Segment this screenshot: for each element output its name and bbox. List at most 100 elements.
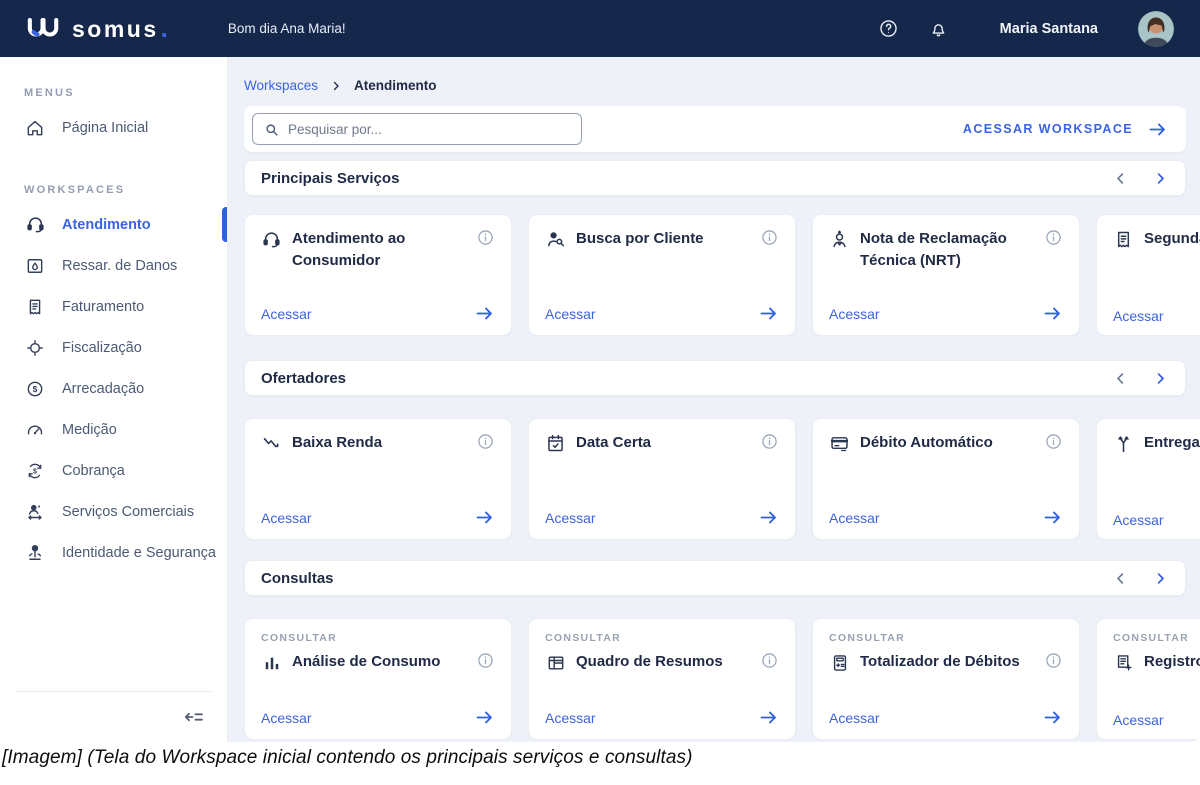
card-title: Nota de Reclamação Técnica (NRT) bbox=[860, 228, 1030, 272]
sidebar-item-faturamento[interactable]: Faturamento bbox=[0, 286, 227, 327]
consulta-card-totalizador-de-debitos[interactable]: CONSULTAR Totalizador de Débitos bbox=[812, 618, 1080, 740]
sidebar-item-label: Página Inicial bbox=[62, 120, 148, 136]
svg-text:$: $ bbox=[33, 384, 38, 394]
breadcrumb-current: Atendimento bbox=[354, 78, 437, 93]
consulta-card-analise-de-consumo[interactable]: CONSULTAR Análise de Consumo bbox=[244, 618, 512, 740]
arrow-right-icon[interactable] bbox=[474, 707, 495, 728]
sidebar-divider bbox=[16, 691, 211, 692]
sidebar-item-cobranca[interactable]: $ Cobrança bbox=[0, 450, 227, 491]
bell-icon[interactable] bbox=[928, 18, 950, 40]
card-eyebrow: CONSULTAR bbox=[545, 632, 779, 644]
service-card-baixa-renda[interactable]: Baixa Renda Acessar bbox=[244, 418, 512, 540]
search-input[interactable] bbox=[288, 122, 571, 137]
arrow-right-icon[interactable] bbox=[758, 303, 779, 324]
arrow-right-icon[interactable] bbox=[1042, 303, 1063, 324]
arrow-right-icon[interactable] bbox=[758, 507, 779, 528]
info-circle-icon[interactable] bbox=[760, 432, 779, 451]
acessar-link[interactable]: Acessar bbox=[1113, 308, 1164, 324]
acessar-link[interactable]: Acessar bbox=[261, 710, 312, 726]
sidebar-item-identidade-e-seguranca[interactable]: Identidade e Segurança bbox=[0, 532, 227, 573]
arrow-right-icon[interactable] bbox=[1042, 707, 1063, 728]
service-card-atendimento-ao-consumidor[interactable]: Atendimento ao Consumidor Acessar bbox=[244, 214, 512, 336]
search-box[interactable] bbox=[252, 113, 582, 145]
arrow-right-icon[interactable] bbox=[474, 303, 495, 324]
main-content: Workspaces Atendimento bbox=[228, 57, 1200, 742]
chevron-right-icon[interactable] bbox=[1151, 369, 1169, 387]
info-circle-icon[interactable] bbox=[476, 651, 495, 670]
info-circle-icon[interactable] bbox=[760, 651, 779, 670]
receipt-icon bbox=[24, 296, 46, 318]
sidebar-item-arrecadacao[interactable]: $ Arrecadação bbox=[0, 368, 227, 409]
acessar-link[interactable]: Acessar bbox=[829, 306, 880, 322]
section-bar-ofertadores: Ofertadores bbox=[244, 360, 1186, 396]
acessar-link[interactable]: Acessar bbox=[1113, 512, 1164, 528]
acessar-link[interactable]: Acessar bbox=[545, 510, 596, 526]
sidebar-item-atendimento[interactable]: Atendimento bbox=[0, 204, 227, 245]
breadcrumb: Workspaces Atendimento bbox=[244, 78, 1200, 93]
consulta-card-quadro-de-resumos[interactable]: CONSULTAR Quadro de Resumos bbox=[528, 618, 796, 740]
card-eyebrow: CONSULTAR bbox=[829, 632, 1063, 644]
sidebar-section-menus: MENUS bbox=[24, 87, 203, 99]
info-circle-icon[interactable] bbox=[760, 228, 779, 247]
sidebar-item-pagina-inicial[interactable]: Página Inicial bbox=[0, 107, 227, 148]
service-card-busca-por-cliente[interactable]: Busca por Cliente Acessar bbox=[528, 214, 796, 336]
sidebar-item-label: Identidade e Segurança bbox=[62, 545, 216, 561]
person-search-icon bbox=[545, 229, 566, 250]
sidebar-item-servicos-comerciais[interactable]: Serviços Comerciais bbox=[0, 491, 227, 532]
arrow-right-icon[interactable] bbox=[1042, 507, 1063, 528]
arrow-right-icon[interactable] bbox=[474, 507, 495, 528]
info-circle-icon[interactable] bbox=[476, 228, 495, 247]
topbar-actions: Maria Santana bbox=[878, 11, 1200, 47]
technician-icon bbox=[829, 229, 850, 250]
somus-logo[interactable]: somus . bbox=[26, 13, 168, 44]
info-circle-icon[interactable] bbox=[1044, 228, 1063, 247]
card-title: Totalizador de Débitos bbox=[860, 651, 1030, 673]
person-desk-icon bbox=[24, 501, 46, 523]
greeting-text: Bom dia Ana Maria! bbox=[228, 21, 346, 36]
sidebar-item-ressar-de-danos[interactable]: Ressar. de Danos bbox=[0, 245, 227, 286]
sidebar-item-fiscalizacao[interactable]: Fiscalização bbox=[0, 327, 227, 368]
info-circle-icon[interactable] bbox=[1044, 651, 1063, 670]
service-card-entrega[interactable]: Entrega de Fatura Acessar bbox=[1096, 418, 1200, 540]
sidebar-item-label: Serviços Comerciais bbox=[62, 504, 194, 520]
receipt-icon bbox=[1113, 229, 1134, 250]
info-circle-icon[interactable] bbox=[476, 432, 495, 451]
chevron-right-icon[interactable] bbox=[1151, 569, 1169, 587]
chevron-right-icon[interactable] bbox=[1151, 169, 1169, 187]
info-circle-icon[interactable] bbox=[1044, 432, 1063, 451]
breadcrumb-workspaces[interactable]: Workspaces bbox=[244, 78, 318, 93]
consulta-card-registro[interactable]: CONSULTAR Registro de Atendimentos bbox=[1096, 618, 1200, 740]
service-card-debito-automatico[interactable]: Débito Automático Acessar bbox=[812, 418, 1080, 540]
chevron-left-icon[interactable] bbox=[1111, 369, 1129, 387]
acessar-link[interactable]: Acessar bbox=[545, 710, 596, 726]
acessar-link[interactable]: Acessar bbox=[261, 510, 312, 526]
avatar[interactable] bbox=[1138, 11, 1174, 47]
chevron-left-icon[interactable] bbox=[1111, 169, 1129, 187]
chevron-left-icon[interactable] bbox=[1111, 569, 1129, 587]
acessar-workspace-button[interactable]: ACESSAR WORKSPACE bbox=[963, 119, 1168, 140]
sidebar-item-label: Medição bbox=[62, 422, 117, 438]
sidebar-item-label: Ressar. de Danos bbox=[62, 258, 177, 274]
service-card-nota-de-reclamacao-tecnica[interactable]: Nota de Reclamação Técnica (NRT) Acessar bbox=[812, 214, 1080, 336]
sidebar-item-medicao[interactable]: Medição bbox=[0, 409, 227, 450]
split-up-icon bbox=[1113, 433, 1134, 454]
service-card-segunda-via[interactable]: Segunda Via Acessar bbox=[1096, 214, 1200, 336]
acessar-link[interactable]: Acessar bbox=[261, 306, 312, 322]
acessar-link[interactable]: Acessar bbox=[1113, 712, 1164, 728]
acessar-workspace-label: ACESSAR WORKSPACE bbox=[963, 122, 1133, 136]
service-card-data-certa[interactable]: Data Certa Acessar bbox=[528, 418, 796, 540]
user-name[interactable]: Maria Santana bbox=[1000, 21, 1098, 37]
collapse-left-icon[interactable] bbox=[181, 704, 207, 730]
acessar-link[interactable]: Acessar bbox=[829, 510, 880, 526]
acessar-link[interactable]: Acessar bbox=[829, 710, 880, 726]
card-title: Segunda Via bbox=[1144, 228, 1200, 250]
arrow-right-icon[interactable] bbox=[758, 707, 779, 728]
question-circle-icon[interactable] bbox=[878, 18, 900, 40]
dollar-circle-icon: $ bbox=[24, 378, 46, 400]
card-title: Entrega de Fatura bbox=[1144, 432, 1200, 454]
sidebar-item-label: Arrecadação bbox=[62, 381, 144, 397]
section-bar-principais-servicos: Principais Serviços bbox=[244, 160, 1186, 196]
acessar-link[interactable]: Acessar bbox=[545, 306, 596, 322]
svg-text:$: $ bbox=[33, 467, 37, 475]
card-title: Atendimento ao Consumidor bbox=[292, 228, 462, 272]
